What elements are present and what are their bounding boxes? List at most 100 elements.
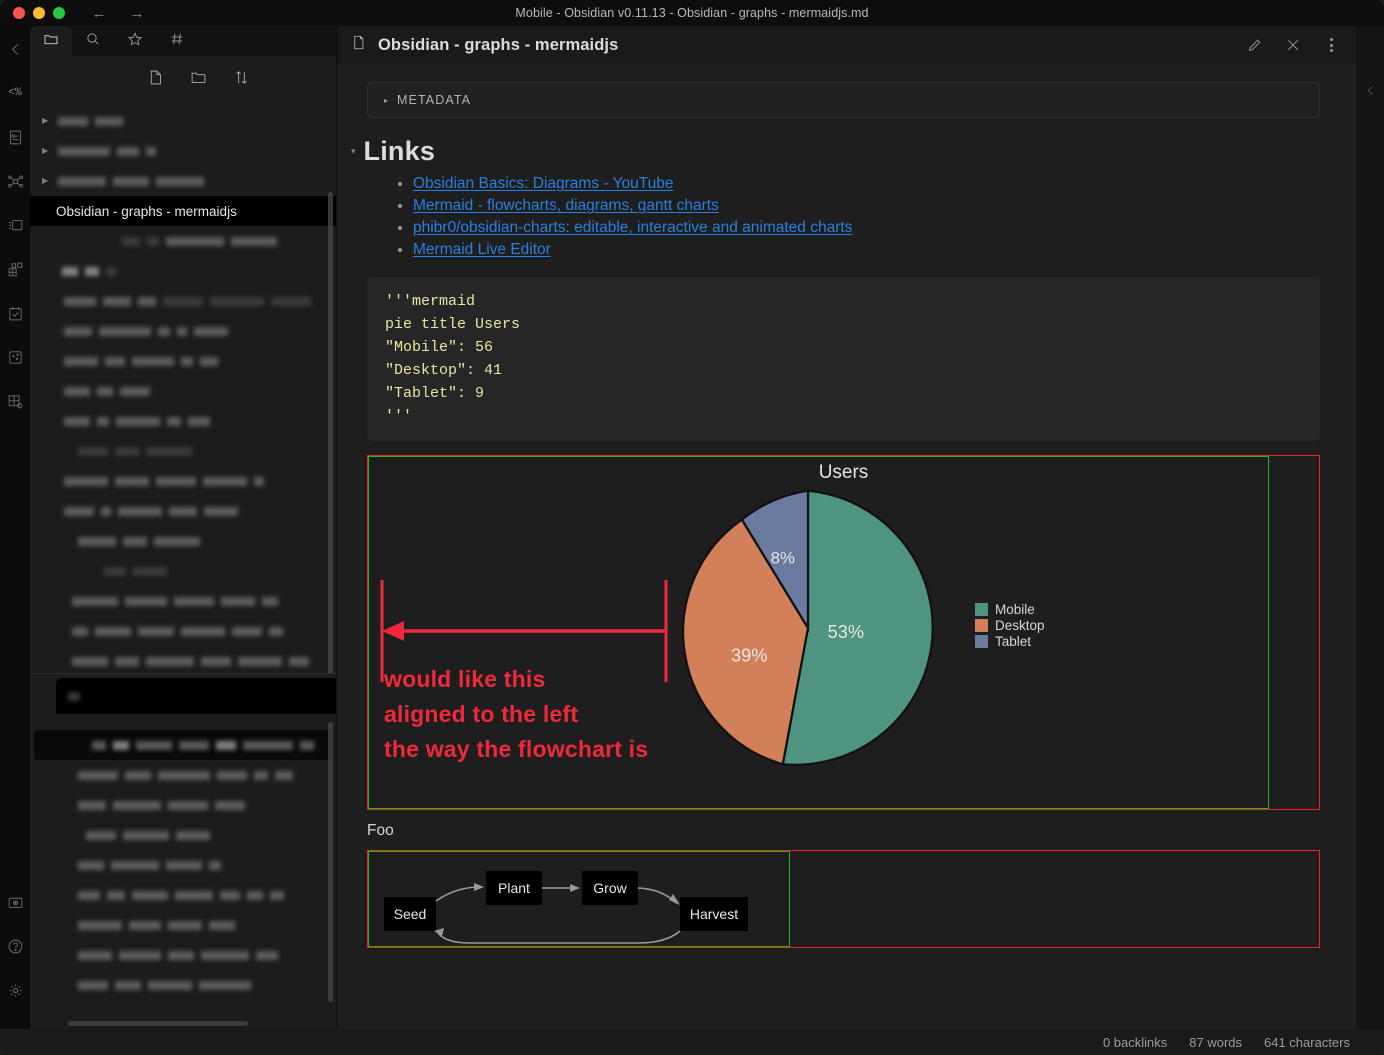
close-icon[interactable] xyxy=(1280,37,1306,53)
file-tree-folder[interactable]: ▶ xyxy=(30,106,336,136)
file-tree-item[interactable] xyxy=(30,346,336,376)
chevron-right-icon[interactable]: ▶ xyxy=(42,177,52,185)
window-controls[interactable] xyxy=(0,7,65,19)
status-character-count[interactable]: 641 characters xyxy=(1264,1035,1350,1050)
secondary-list-item[interactable] xyxy=(30,880,336,910)
links-list: Obsidian Basics: Diagrams - YouTube Merm… xyxy=(413,175,1320,259)
secondary-list-item[interactable] xyxy=(30,760,336,790)
file-tree-folder[interactable]: ▶ xyxy=(30,136,336,166)
legend-entry-tablet: Tablet xyxy=(975,634,1045,649)
file-tree-item[interactable] xyxy=(30,436,336,466)
secondary-list-item[interactable] xyxy=(30,850,336,880)
pencil-icon[interactable] xyxy=(1242,37,1268,53)
sidebar-item-starred[interactable] xyxy=(114,26,156,56)
canvas-icon[interactable] xyxy=(2,344,28,370)
flow-node-plant-label: Plant xyxy=(498,880,530,896)
redacted-name xyxy=(42,506,238,516)
close-window-button[interactable] xyxy=(13,7,25,19)
settings-gear-icon[interactable] xyxy=(2,977,28,1003)
new-file-icon[interactable] xyxy=(147,69,164,91)
right-sidebar-rail xyxy=(1356,26,1384,1029)
redacted-name xyxy=(42,266,116,276)
secondary-list-item[interactable] xyxy=(30,970,336,1000)
new-folder-icon[interactable] xyxy=(190,69,207,91)
flow-arrow-harvest xyxy=(669,894,680,905)
links-heading-row: ▾ Links xyxy=(351,136,1320,167)
flow-node-grow-label: Grow xyxy=(593,880,627,896)
sidebar-item-files[interactable] xyxy=(30,26,72,56)
file-tree-item[interactable] xyxy=(30,496,336,526)
sidebar-item-search[interactable] xyxy=(72,26,114,56)
kanban-board-icon[interactable] xyxy=(2,256,28,282)
secondary-list-item[interactable] xyxy=(30,790,336,820)
file-tree-item[interactable] xyxy=(30,586,336,616)
status-backlinks[interactable]: 0 backlinks xyxy=(1103,1035,1167,1050)
status-word-count[interactable]: 87 words xyxy=(1189,1035,1242,1050)
title-bar: ← → Mobile - Obsidian v0.11.13 - Obsidia… xyxy=(0,0,1384,26)
secondary-panel-hscrollbar[interactable] xyxy=(68,1021,248,1026)
secondary-list-item[interactable] xyxy=(30,940,336,970)
redacted-name xyxy=(42,800,245,810)
metadata-section[interactable]: ▸ METADATA xyxy=(367,82,1320,118)
file-tree[interactable]: ▶ ▶ ▶ Obsidian - graphs - mermaidjs xyxy=(30,104,336,673)
file-tree-item[interactable] xyxy=(30,646,336,673)
chevron-right-icon[interactable]: ▶ xyxy=(42,117,52,125)
file-tree-item[interactable] xyxy=(30,556,336,586)
secondary-panel-header[interactable] xyxy=(56,678,336,714)
calendar-check-icon[interactable] xyxy=(2,300,28,326)
sort-icon[interactable] xyxy=(233,69,250,91)
code-percent-icon[interactable]: <% xyxy=(2,80,28,106)
file-tree-item[interactable] xyxy=(30,316,336,346)
list-item: Obsidian Basics: Diagrams - YouTube xyxy=(413,175,1320,193)
chart-title: Users xyxy=(818,462,869,483)
link-obsidian-basics[interactable]: Obsidian Basics: Diagrams - YouTube xyxy=(413,175,673,192)
flow-node-harvest-label: Harvest xyxy=(690,906,738,922)
file-tree-selected-item[interactable]: Obsidian - graphs - mermaidjs xyxy=(30,196,336,226)
sidebar-item-tags[interactable] xyxy=(156,26,198,56)
minimize-window-button[interactable] xyxy=(33,7,45,19)
file-tree-item[interactable] xyxy=(30,256,336,286)
link-mermaid-live-editor[interactable]: Mermaid Live Editor xyxy=(413,241,551,258)
sidebar-scrollbar[interactable] xyxy=(328,192,333,673)
vertical-dots-icon[interactable] xyxy=(1318,38,1344,52)
cards-stack-icon[interactable] xyxy=(2,212,28,238)
file-tree-item[interactable] xyxy=(30,616,336,646)
secondary-list-item[interactable] xyxy=(30,820,336,850)
chevron-down-icon[interactable]: ▾ xyxy=(351,146,356,157)
graph-view-icon[interactable] xyxy=(2,168,28,194)
file-tree-item[interactable] xyxy=(30,376,336,406)
link-mermaid-docs[interactable]: Mermaid - flowcharts, diagrams, gantt ch… xyxy=(413,197,719,214)
history-navigation[interactable]: ← → xyxy=(91,6,145,21)
flow-edge-harvest-seed xyxy=(437,930,681,944)
redacted-name xyxy=(42,386,150,396)
chevron-right-icon[interactable]: ▶ xyxy=(42,147,52,155)
back-arrow-icon[interactable]: ← xyxy=(91,6,107,21)
flowchart-render-outer-box: Seed Plant Grow Harvest xyxy=(367,850,1320,948)
collapse-right-sidebar-icon[interactable] xyxy=(1364,84,1377,102)
redacted-name xyxy=(42,770,293,780)
chevron-right-icon[interactable]: ▸ xyxy=(384,96,388,105)
pie-chart: 53% 39% 8% xyxy=(668,488,948,768)
secondary-panel-scrollbar[interactable] xyxy=(328,722,333,1002)
help-icon[interactable] xyxy=(2,933,28,959)
secondary-list-item[interactable] xyxy=(34,730,332,760)
maximize-window-button[interactable] xyxy=(53,7,65,19)
link-obsidian-charts[interactable]: phibr0/obsidian-charts: editable, intera… xyxy=(413,219,852,236)
status-bar: 0 backlinks 87 words 641 characters xyxy=(0,1029,1384,1055)
metadata-label: METADATA xyxy=(397,93,472,107)
secondary-list-item[interactable] xyxy=(30,910,336,940)
database-settings-icon[interactable] xyxy=(2,388,28,414)
file-tree-folder[interactable]: ▶ xyxy=(30,166,336,196)
forward-arrow-icon[interactable]: → xyxy=(129,6,145,21)
screenshot-icon[interactable] xyxy=(2,889,28,915)
pie-render-outer-box: Users would like this aligned to the lef… xyxy=(367,455,1320,810)
collapse-left-sidebar-icon[interactable] xyxy=(2,36,28,62)
file-tree-item[interactable] xyxy=(30,226,336,256)
file-tree-item[interactable] xyxy=(30,406,336,436)
file-tree-item[interactable] xyxy=(30,526,336,556)
file-tree-item[interactable] xyxy=(30,286,336,316)
template-note-icon[interactable] xyxy=(2,124,28,150)
file-tree-item[interactable] xyxy=(30,466,336,496)
redacted-name xyxy=(68,691,80,701)
star-icon xyxy=(127,31,143,52)
